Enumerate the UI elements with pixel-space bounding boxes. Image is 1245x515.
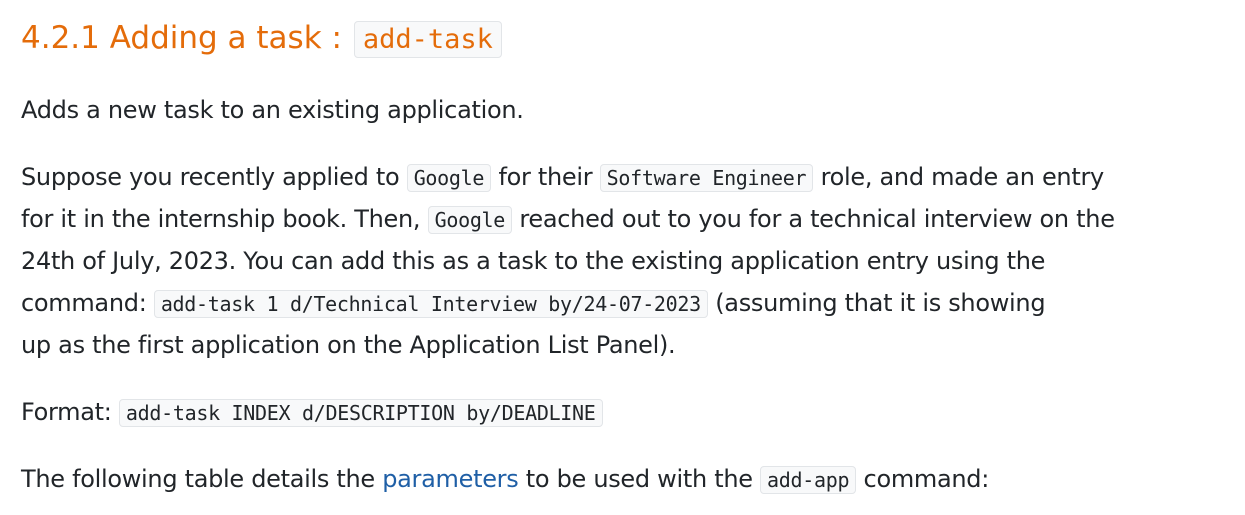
example-command-code: add-task 1 d/Technical Interview by/24-0… <box>153 290 708 318</box>
heading-text: 4.2.1 Adding a task : <box>21 20 352 56</box>
text-span: command: <box>856 465 990 493</box>
example-line-2: for it in the internship book. Then, Goo… <box>21 198 1115 241</box>
example-line-4: command: add-task 1 d/Technical Intervie… <box>21 282 1046 325</box>
parameters-link[interactable]: parameters <box>382 465 519 493</box>
example-line-5: up as the first application on the Appli… <box>21 331 676 359</box>
table-note-paragraph: The following table details the paramete… <box>21 458 989 501</box>
company-code: Google <box>406 164 492 192</box>
text-span: role, and made an entry <box>813 163 1105 191</box>
text-span: to be used with the <box>518 465 761 493</box>
text-span: for their <box>491 163 600 191</box>
add-app-code: add-app <box>760 466 857 494</box>
role-code: Software Engineer <box>599 164 814 192</box>
text-span: (assuming that it is showing <box>707 289 1046 317</box>
format-paragraph: Format: add-task INDEX d/DESCRIPTION by/… <box>21 391 603 434</box>
text-span: The following table details the <box>21 465 383 493</box>
section-heading: 4.2.1 Adding a task : add-task <box>21 14 502 64</box>
text-span: Suppose you recently applied to <box>21 163 407 191</box>
heading-command-code: add-task <box>353 21 502 58</box>
example-line-3: 24th of July, 2023. You can add this as … <box>21 247 1046 275</box>
text-span: for it in the internship book. Then, <box>21 205 428 233</box>
company-code-2: Google <box>427 206 513 234</box>
example-line-1: Suppose you recently applied to Google f… <box>21 156 1104 199</box>
format-label: Format: <box>21 398 119 426</box>
text-span: reached out to you for a technical inter… <box>512 205 1115 233</box>
intro-paragraph: Adds a new task to an existing applicati… <box>21 96 524 124</box>
text-span: command: <box>21 289 154 317</box>
format-code: add-task INDEX d/DESCRIPTION by/DEADLINE <box>118 399 603 427</box>
